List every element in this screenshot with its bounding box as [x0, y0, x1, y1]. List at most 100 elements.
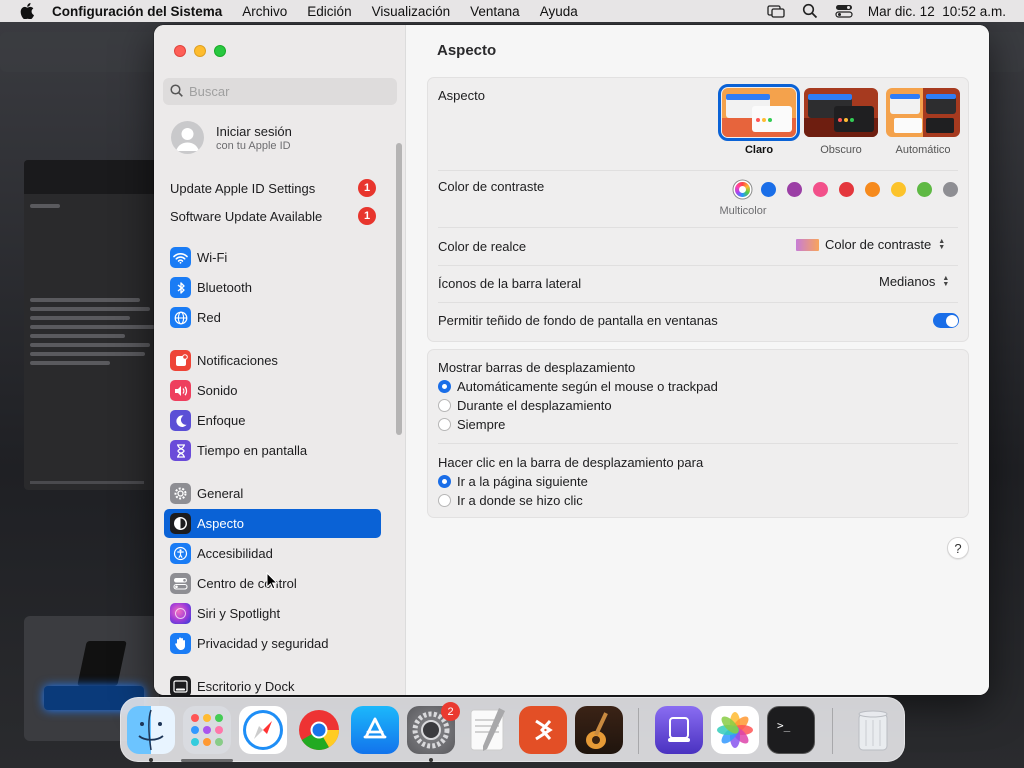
sidebar-item-label: Tiempo en pantalla — [197, 443, 308, 458]
running-indicator — [429, 758, 433, 762]
dock-icon — [170, 676, 191, 695]
sidebar-item-aspecto[interactable]: Aspecto — [164, 509, 381, 538]
garageband-icon[interactable] — [575, 706, 623, 754]
radio-click-spot[interactable]: Ir a donde se hizo clic — [438, 493, 583, 508]
sidebar-item-wifi[interactable]: Wi-Fi — [164, 243, 381, 272]
terminal-icon[interactable]: >_ — [767, 706, 815, 754]
accent-multicolor-swatch[interactable] — [735, 182, 750, 197]
sidebar-item-siri-spotlight[interactable]: Siri y Spotlight — [164, 599, 381, 628]
remote-desktop-icon[interactable] — [519, 706, 567, 754]
menu-visualizacion[interactable]: Visualización — [372, 4, 451, 19]
spotlight-search-icon[interactable] — [800, 3, 820, 19]
appearance-settings-group: Aspecto Claro Obscuro Automático Color d… — [427, 77, 969, 342]
sidebar-item-sonido[interactable]: Sonido — [164, 376, 381, 405]
apple-configurator-icon[interactable] — [655, 706, 703, 754]
hand-icon — [170, 633, 191, 654]
sidebar-item-label: Siri y Spotlight — [197, 606, 281, 621]
menu-ayuda[interactable]: Ayuda — [540, 4, 578, 19]
screen-mirroring-icon[interactable] — [766, 3, 786, 19]
chevron-updown-icon: ▲ ▼ — [942, 274, 950, 288]
divider — [438, 443, 958, 444]
help-button[interactable]: ? — [947, 537, 969, 559]
theme-auto-thumbnail[interactable] — [886, 88, 960, 137]
minimize-button[interactable] — [194, 45, 206, 57]
radio-scroll-during[interactable]: Durante el desplazamiento — [438, 398, 612, 413]
sidebar-item-bluetooth[interactable]: Bluetooth — [164, 273, 381, 302]
sidebar-item-escritorio-dock[interactable]: Escritorio y Dock — [164, 672, 381, 695]
sidebar-scrollbar[interactable] — [396, 143, 402, 435]
accent-selected-name: Multicolor — [719, 205, 767, 217]
launchpad-icon[interactable] — [183, 706, 231, 754]
apple-id-signin[interactable]: Iniciar sesión con tu Apple ID — [171, 121, 292, 154]
radio-label: Automáticamente según el mouse o trackpa… — [457, 379, 718, 394]
chrome-icon[interactable] — [295, 706, 343, 754]
radio-button[interactable] — [438, 494, 451, 507]
sidebar-item-enfoque[interactable]: Enfoque — [164, 406, 381, 435]
app-store-icon[interactable] — [351, 706, 399, 754]
zoom-button[interactable] — [214, 45, 226, 57]
accent-blue-swatch[interactable] — [761, 182, 776, 197]
sidebar-item-privacidad[interactable]: Privacidad y seguridad — [164, 629, 381, 658]
accent-red-swatch[interactable] — [839, 182, 854, 197]
control-center-icon — [170, 573, 191, 594]
globe-icon — [170, 307, 191, 328]
menu-archivo[interactable]: Archivo — [242, 4, 287, 19]
menubar-clock[interactable]: Mar dic. 12 10:52 a.m. — [868, 4, 1006, 19]
search-input[interactable] — [189, 84, 379, 99]
theme-dark-thumbnail[interactable] — [804, 88, 878, 137]
accent-pink-swatch[interactable] — [813, 182, 828, 197]
accent-yellow-swatch[interactable] — [891, 182, 906, 197]
radio-button[interactable] — [438, 418, 451, 431]
sidebar-item-red[interactable]: Red — [164, 303, 381, 332]
radio-button[interactable] — [438, 399, 451, 412]
accent-orange-swatch[interactable] — [865, 182, 880, 197]
menu-edicion[interactable]: Edición — [307, 4, 351, 19]
sidebar-icon-size-popup[interactable]: Medianos ▲ ▼ — [879, 274, 950, 289]
accent-green-swatch[interactable] — [917, 182, 932, 197]
photos-icon[interactable] — [711, 706, 759, 754]
trash-icon[interactable] — [849, 706, 897, 754]
theme-light-label[interactable]: Claro — [722, 144, 796, 156]
safari-icon[interactable] — [239, 706, 287, 754]
theme-dark-label[interactable]: Obscuro — [804, 144, 878, 156]
apple-logo-icon[interactable] — [18, 3, 36, 19]
sidebar-item-label: Privacidad y seguridad — [197, 636, 329, 651]
sidebar-item-label: Wi-Fi — [197, 250, 228, 265]
sidebar-item-label: Escritorio y Dock — [197, 679, 295, 694]
dock-indicator-bar — [181, 759, 233, 762]
control-center-menubar-icon[interactable] — [834, 3, 854, 19]
radio-scroll-always[interactable]: Siempre — [438, 417, 505, 432]
theme-auto-label[interactable]: Automático — [886, 144, 960, 156]
textedit-icon[interactable] — [463, 706, 511, 754]
sidebar-item-notificaciones[interactable]: Notificaciones — [164, 346, 381, 375]
radio-button[interactable] — [438, 380, 451, 393]
system-settings-window: Iniciar sesión con tu Apple ID Update Ap… — [154, 25, 989, 695]
menu-ventana[interactable]: Ventana — [470, 4, 520, 19]
finder-icon[interactable] — [127, 706, 175, 754]
sidebar-item-label: Sonido — [197, 383, 238, 398]
sidebar-item-tiempo-en-pantalla[interactable]: Tiempo en pantalla — [164, 436, 381, 465]
menu-app-name[interactable]: Configuración del Sistema — [52, 4, 222, 19]
theme-light-thumbnail[interactable] — [718, 84, 800, 141]
radio-label: Ir a donde se hizo clic — [457, 493, 583, 508]
wallpaper-tinting-toggle[interactable] — [933, 313, 959, 328]
notice-update-apple-id[interactable]: Update Apple ID Settings 1 — [170, 178, 376, 198]
show-scrollbars-label: Mostrar barras de desplazamiento — [438, 360, 636, 375]
sidebar-item-label: Aspecto — [197, 516, 244, 531]
search-field[interactable] — [163, 78, 397, 105]
highlight-color-popup[interactable]: Color de contraste ▲ ▼ — [796, 237, 946, 252]
radio-scroll-auto[interactable]: Automáticamente según el mouse o trackpa… — [438, 379, 718, 394]
radio-label: Ir a la página siguiente — [457, 474, 588, 489]
appearance-label: Aspecto — [438, 88, 485, 103]
speaker-icon — [170, 380, 191, 401]
notice-software-update[interactable]: Software Update Available 1 — [170, 206, 376, 226]
sidebar-item-general[interactable]: General — [164, 479, 381, 508]
close-button[interactable] — [174, 45, 186, 57]
radio-click-next-page[interactable]: Ir a la página siguiente — [438, 474, 588, 489]
sidebar: Iniciar sesión con tu Apple ID Update Ap… — [154, 25, 406, 695]
accent-purple-swatch[interactable] — [787, 182, 802, 197]
radio-button[interactable] — [438, 475, 451, 488]
accent-graphite-swatch[interactable] — [943, 182, 958, 197]
background-document — [24, 160, 164, 490]
sidebar-item-accesibilidad[interactable]: Accesibilidad — [164, 539, 381, 568]
